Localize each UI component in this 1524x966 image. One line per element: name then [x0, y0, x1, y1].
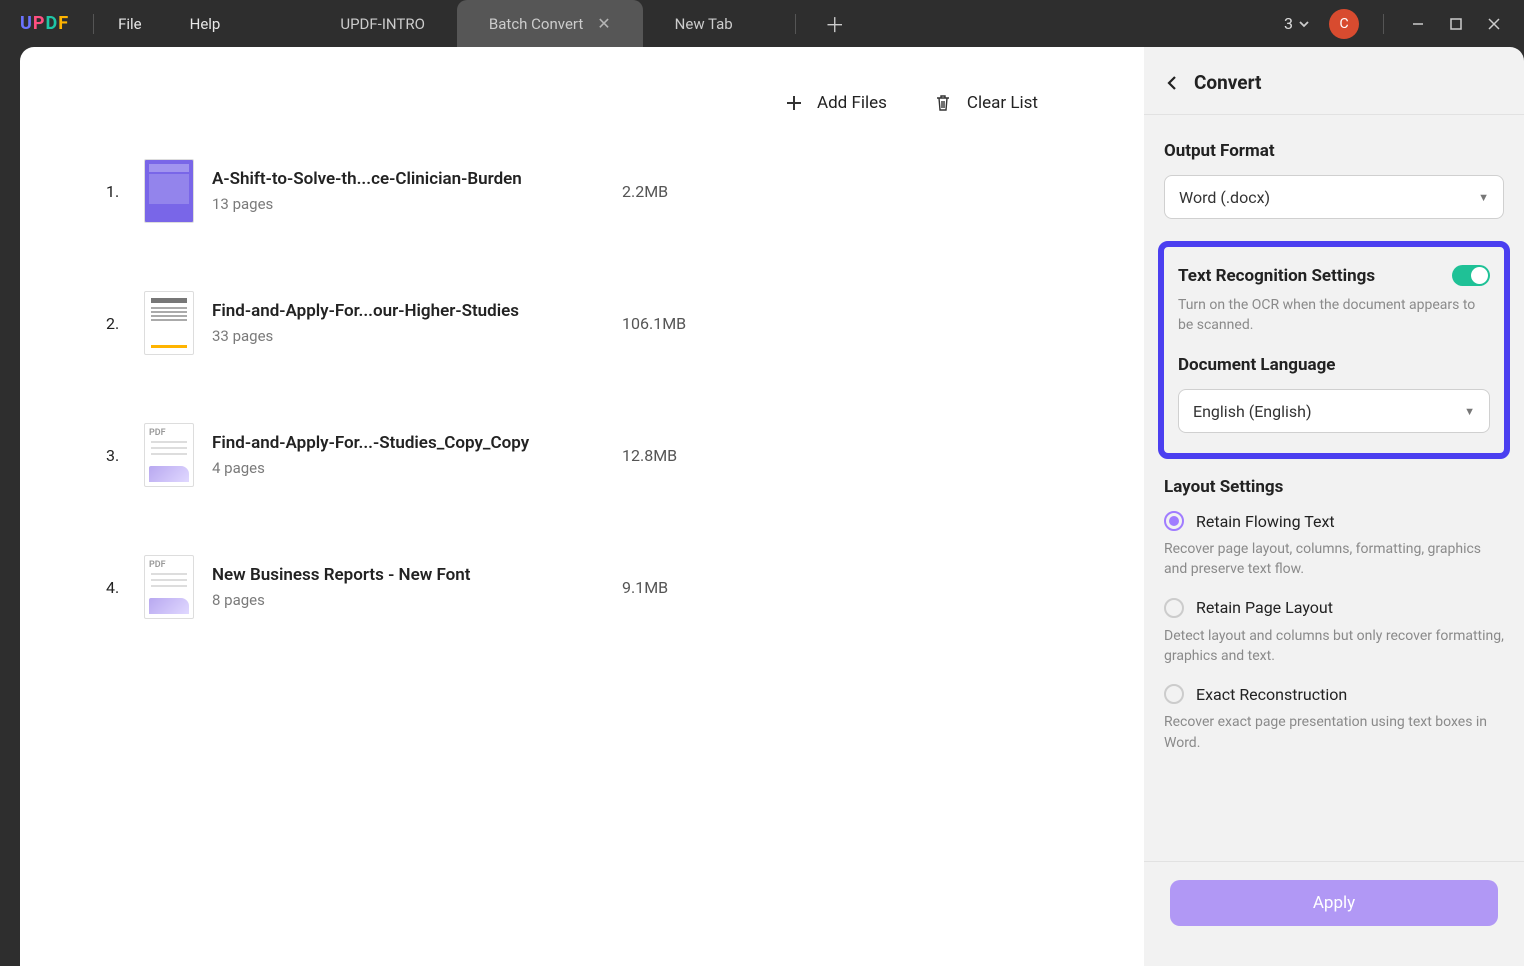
minimize-button[interactable] — [1408, 14, 1428, 34]
apply-button[interactable]: Apply — [1170, 880, 1498, 926]
tab-label: New Tab — [675, 15, 733, 33]
trash-icon — [933, 93, 953, 113]
tabs: UPDF-INTRO Batch Convert ✕ New Tab ＋ — [308, 0, 1284, 47]
panel-body: Output Format Word (.docx) ▼ Text Recogn… — [1144, 115, 1524, 861]
radio-icon — [1164, 684, 1184, 704]
close-button[interactable] — [1484, 14, 1504, 34]
radio-icon — [1164, 511, 1184, 531]
file-number: 4. — [106, 578, 134, 597]
convert-panel: Convert Output Format Word (.docx) ▼ Tex… — [1144, 47, 1524, 966]
radio-exact-reconstruction[interactable]: Exact Reconstruction — [1164, 684, 1504, 704]
panel-title: Convert — [1194, 71, 1261, 94]
app-logo: UPDF — [20, 13, 69, 34]
file-thumbnail: PDF — [144, 555, 194, 619]
tab-label: UPDF-INTRO — [340, 15, 425, 33]
radio-hint: Recover page layout, columns, formatting… — [1164, 539, 1504, 580]
file-info: A-Shift-to-Solve-th...ce-Clinician-Burde… — [212, 169, 612, 213]
add-files-label: Add Files — [817, 93, 887, 113]
chevron-down-icon — [1297, 17, 1311, 31]
divider — [93, 14, 94, 34]
window-controls: 3 C — [1284, 9, 1504, 39]
main-panel: Add Files Clear List 1. A-Shift-to-Solve… — [20, 47, 1144, 966]
layout-settings-label: Layout Settings — [1164, 477, 1504, 497]
tab-new-tab[interactable]: New Tab — [643, 0, 765, 47]
list-item[interactable]: 3. PDF Find-and-Apply-For...-Studies_Cop… — [106, 423, 1098, 487]
file-thumbnail — [144, 159, 194, 223]
select-value: Word (.docx) — [1179, 188, 1270, 207]
plus-icon — [785, 94, 803, 112]
clear-list-label: Clear List — [967, 93, 1038, 113]
select-value: English (English) — [1193, 402, 1312, 421]
ocr-toggle[interactable] — [1452, 265, 1490, 286]
radio-label: Exact Reconstruction — [1196, 685, 1347, 704]
file-size: 9.1MB — [622, 578, 668, 597]
file-thumbnail — [144, 291, 194, 355]
radio-label: Retain Page Layout — [1196, 598, 1333, 617]
radio-retain-page-layout[interactable]: Retain Page Layout — [1164, 598, 1504, 618]
titlebar: UPDF File Help UPDF-INTRO Batch Convert ✕… — [0, 0, 1524, 47]
file-size: 106.1MB — [622, 314, 686, 333]
avatar[interactable]: C — [1329, 9, 1359, 39]
close-icon[interactable]: ✕ — [597, 14, 610, 33]
list-item[interactable]: 4. PDF New Business Reports - New Font 8… — [106, 555, 1098, 619]
file-thumbnail: PDF — [144, 423, 194, 487]
chevron-down-icon: ▼ — [1478, 191, 1489, 204]
file-number: 2. — [106, 314, 134, 333]
file-size: 2.2MB — [622, 182, 668, 201]
output-format-select[interactable]: Word (.docx) ▼ — [1164, 175, 1504, 219]
file-name: New Business Reports - New Font — [212, 565, 612, 585]
language-select[interactable]: English (English) ▼ — [1178, 389, 1490, 433]
file-number: 3. — [106, 446, 134, 465]
file-pages: 8 pages — [212, 591, 612, 609]
tab-label: Batch Convert — [489, 15, 583, 33]
count-value: 3 — [1284, 14, 1293, 33]
radio-hint: Detect layout and columns but only recov… — [1164, 626, 1504, 667]
file-name: A-Shift-to-Solve-th...ce-Clinician-Burde… — [212, 169, 612, 189]
radio-retain-flowing-text[interactable]: Retain Flowing Text — [1164, 511, 1504, 531]
add-files-button[interactable]: Add Files — [785, 93, 887, 113]
chevron-down-icon: ▼ — [1464, 405, 1475, 418]
menu-help[interactable]: Help — [190, 15, 221, 33]
new-tab-button[interactable]: ＋ — [820, 9, 850, 39]
file-pages: 13 pages — [212, 195, 612, 213]
file-size: 12.8MB — [622, 446, 677, 465]
radio-hint: Recover exact page presentation using te… — [1164, 712, 1504, 753]
language-label: Document Language — [1178, 355, 1490, 375]
tab-updf-intro[interactable]: UPDF-INTRO — [308, 0, 457, 47]
tab-batch-convert[interactable]: Batch Convert ✕ — [457, 0, 643, 47]
file-name: Find-and-Apply-For...our-Higher-Studies — [212, 301, 612, 321]
maximize-button[interactable] — [1446, 14, 1466, 34]
file-info: Find-and-Apply-For...-Studies_Copy_Copy … — [212, 433, 612, 477]
divider — [1383, 14, 1384, 34]
ocr-hint: Turn on the OCR when the document appear… — [1178, 296, 1490, 335]
toolbar: Add Files Clear List — [66, 93, 1098, 113]
output-format-label: Output Format — [1164, 141, 1504, 161]
file-pages: 4 pages — [212, 459, 612, 477]
file-info: New Business Reports - New Font 8 pages — [212, 565, 612, 609]
file-info: Find-and-Apply-For...our-Higher-Studies … — [212, 301, 612, 345]
file-name: Find-and-Apply-For...-Studies_Copy_Copy — [212, 433, 612, 453]
panel-header: Convert — [1144, 71, 1524, 115]
back-icon[interactable] — [1164, 74, 1182, 92]
file-number: 1. — [106, 182, 134, 201]
file-pages: 33 pages — [212, 327, 612, 345]
radio-label: Retain Flowing Text — [1196, 512, 1335, 531]
list-item[interactable]: 2. Find-and-Apply-For...our-Higher-Studi… — [106, 291, 1098, 355]
menu-file[interactable]: File — [118, 15, 142, 33]
list-item[interactable]: 1. A-Shift-to-Solve-th...ce-Clinician-Bu… — [106, 159, 1098, 223]
ocr-settings-box: Text Recognition Settings Turn on the OC… — [1158, 241, 1510, 459]
divider — [795, 14, 796, 34]
file-list: 1. A-Shift-to-Solve-th...ce-Clinician-Bu… — [66, 141, 1098, 619]
clear-list-button[interactable]: Clear List — [933, 93, 1038, 113]
apply-bar: Apply — [1144, 861, 1524, 966]
count-dropdown[interactable]: 3 — [1284, 14, 1311, 33]
ocr-title: Text Recognition Settings — [1178, 266, 1375, 286]
radio-icon — [1164, 598, 1184, 618]
